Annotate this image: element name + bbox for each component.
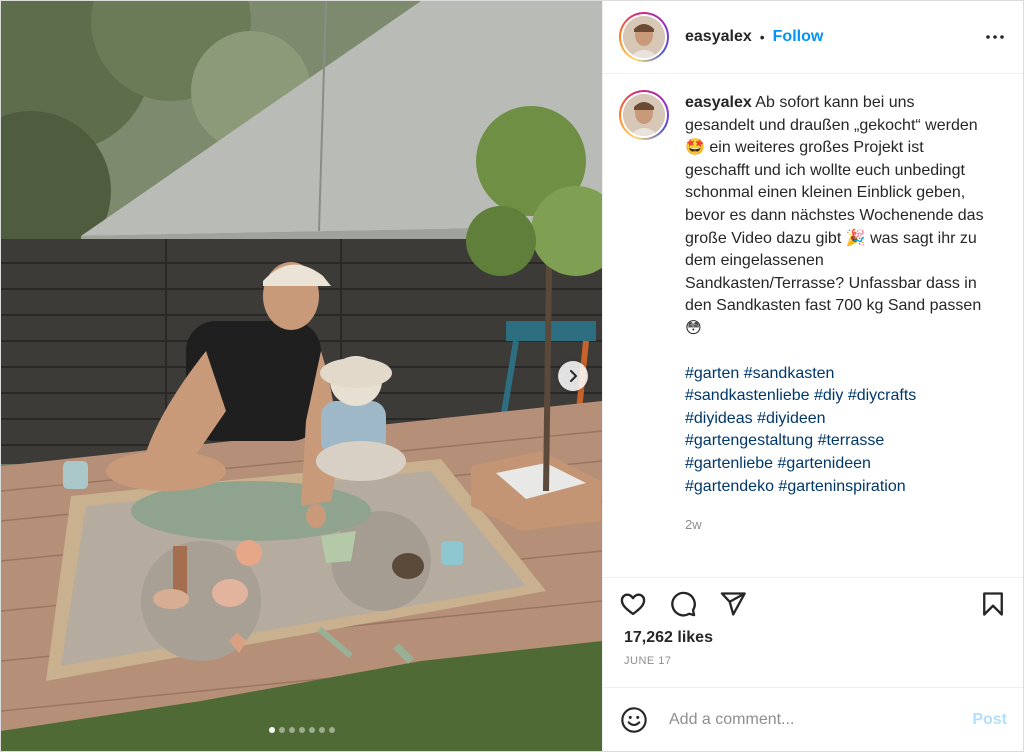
more-horizontal-icon — [986, 35, 1004, 39]
hashtag-link[interactable]: #terrasse — [818, 432, 885, 449]
hashtag-link[interactable]: #gartenliebe — [685, 455, 773, 472]
hashtag-link[interactable]: #diyideen — [757, 410, 826, 427]
next-slide-button[interactable] — [558, 361, 588, 391]
comment-input[interactable] — [669, 710, 965, 729]
like-button[interactable] — [619, 590, 647, 618]
caption-text-block: easyalex Ab sofort kann bei uns gesandel… — [685, 92, 985, 341]
post-header: easyalex • Follow — [603, 1, 1023, 74]
hashtag-link[interactable]: #sandkastenliebe — [685, 387, 810, 404]
carousel-dot — [318, 727, 325, 733]
comment-icon — [671, 591, 696, 616]
chevron-right-icon — [570, 370, 577, 382]
comments-section: easyalex Ab sofort kann bei uns gesandel… — [603, 74, 1023, 577]
heart-icon — [620, 593, 646, 615]
emoji-icon — [621, 706, 647, 733]
carousel-dot — [288, 727, 295, 733]
header-username[interactable]: easyalex — [685, 28, 752, 46]
caption-time-ago[interactable]: 2w — [685, 514, 985, 537]
avatar-image — [623, 94, 665, 136]
caption-avatar[interactable] — [619, 90, 669, 140]
post-date[interactable]: JUNE 17 — [603, 655, 1023, 687]
caption-body: easyalex Ab sofort kann bei uns gesandel… — [685, 92, 985, 537]
comment-button[interactable] — [669, 590, 697, 618]
emoji-button[interactable] — [619, 705, 649, 735]
avatar-image — [623, 16, 665, 58]
post-comment-button[interactable]: Post — [972, 711, 1007, 729]
action-bar — [603, 577, 1023, 629]
carousel-dot — [308, 727, 315, 733]
avatar[interactable] — [619, 12, 669, 62]
bookmark-icon — [983, 591, 1003, 616]
post-media[interactable] — [1, 1, 602, 751]
hashtag-link[interactable]: #diy — [814, 387, 843, 404]
hashtag-link[interactable]: #sandkasten — [744, 365, 835, 382]
save-button[interactable] — [979, 590, 1007, 618]
caption: easyalex Ab sofort kann bei uns gesandel… — [619, 90, 1007, 537]
carousel-dot — [298, 727, 305, 733]
hashtag-list: #garten #sandkasten #sandkastenliebe #di… — [685, 363, 985, 499]
add-comment-bar: Post — [603, 687, 1023, 751]
hashtag-link[interactable]: #gartendeko — [685, 478, 774, 495]
hashtag-link[interactable]: #garten — [685, 365, 739, 382]
follow-button[interactable]: Follow — [773, 28, 824, 46]
caption-username[interactable]: easyalex — [685, 94, 752, 111]
carousel-dot — [278, 727, 285, 733]
hashtag-link[interactable]: #gartenideen — [778, 455, 871, 472]
post-photo — [1, 1, 602, 751]
hashtag-link[interactable]: #gartengestaltung — [685, 432, 813, 449]
hashtag-link[interactable]: #garteninspiration — [778, 478, 905, 495]
carousel-indicators — [1, 727, 602, 733]
share-button[interactable] — [719, 590, 747, 618]
share-icon — [720, 591, 746, 616]
carousel-dot — [268, 727, 275, 733]
post-side-panel: easyalex • Follow easyalex Ab sofort kan… — [602, 1, 1023, 751]
hashtag-link[interactable]: #diycrafts — [848, 387, 916, 404]
instagram-post: easyalex • Follow easyalex Ab sofort kan… — [0, 0, 1024, 752]
likes-count[interactable]: 17,262 likes — [603, 629, 1023, 651]
carousel-dot — [328, 727, 335, 733]
caption-text: Ab sofort kann bei uns gesandelt und dra… — [685, 94, 984, 337]
hashtag-link[interactable]: #diyideas — [685, 410, 753, 427]
separator-dot: • — [759, 29, 765, 45]
more-options-button[interactable] — [983, 25, 1007, 49]
